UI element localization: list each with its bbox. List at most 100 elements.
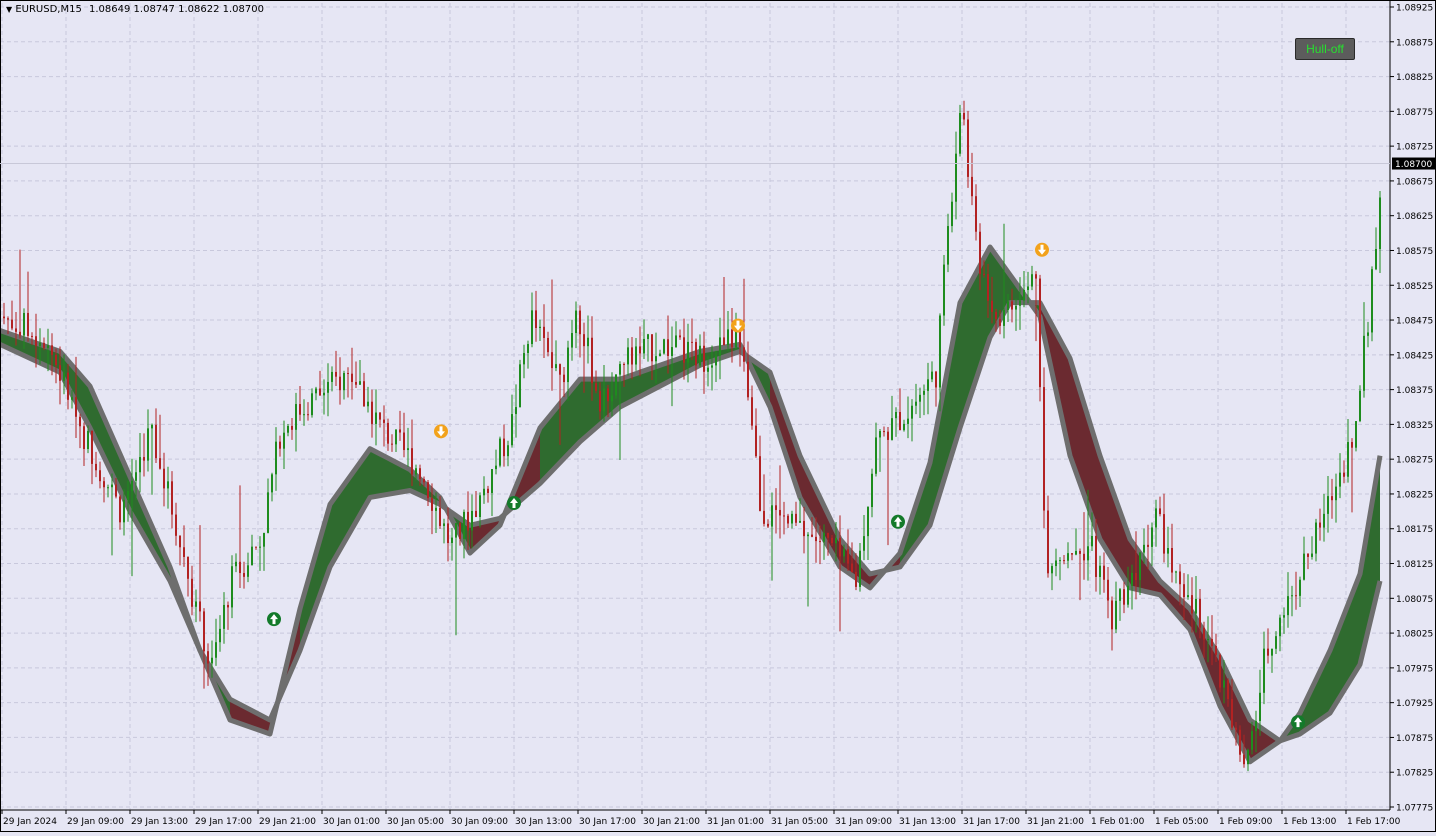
candle-body: [99, 470, 101, 482]
candle-body: [1143, 544, 1145, 553]
candle-body: [951, 201, 953, 227]
candle-body: [327, 381, 329, 393]
candle-body: [1343, 472, 1345, 477]
time-tick-label: 1 Feb 17:00: [1347, 817, 1401, 827]
candle-body: [359, 381, 361, 385]
candle-body: [11, 319, 13, 329]
candle-body: [307, 414, 309, 416]
candle-body: [647, 334, 649, 339]
ohlc-label: 1.08649 1.08747 1.08622 1.08700: [89, 4, 264, 15]
candle-body: [651, 334, 653, 362]
candle-body: [803, 520, 805, 537]
candle-body: [1327, 496, 1329, 514]
candle-body: [615, 374, 617, 396]
candle-body: [475, 510, 477, 518]
hull-band-segment: [1250, 720, 1280, 762]
time-tick-label: 30 Jan 05:00: [387, 817, 444, 827]
price-tick-label: 1.08025: [1396, 630, 1433, 640]
candle-body: [1227, 680, 1229, 700]
candle-body: [1315, 522, 1317, 554]
candle-body: [215, 642, 217, 658]
candle-body: [811, 534, 813, 537]
candle-body: [903, 423, 905, 431]
candle-body: [499, 438, 501, 466]
candle-body: [871, 473, 873, 508]
candle-body: [7, 318, 9, 320]
price-tick-label: 1.08075: [1396, 595, 1433, 605]
candle-body: [191, 578, 193, 607]
candle-body: [963, 112, 965, 120]
candle-body: [1167, 548, 1169, 554]
candle-body: [555, 364, 557, 369]
candle-body: [967, 119, 969, 177]
price-tick-label: 1.08475: [1396, 317, 1433, 327]
price-tick-label: 1.08425: [1396, 351, 1433, 361]
candle-body: [795, 513, 797, 523]
candle-body: [407, 448, 409, 451]
candle-body: [1351, 442, 1353, 448]
chart-area[interactable]: 1.08925 1.08875 1.08825 1.08775 1.08725 1.086…: [0, 0, 1436, 832]
candle-body: [275, 441, 277, 475]
candle-body: [1371, 269, 1373, 333]
candle-body: [1303, 553, 1305, 580]
candle-body: [171, 481, 173, 515]
triangle-down-icon[interactable]: ▼: [6, 5, 12, 14]
candle-body: [263, 532, 265, 547]
candle-body: [1067, 553, 1069, 561]
candle-body: [43, 342, 45, 348]
candle-body: [459, 523, 461, 539]
candle-body: [1239, 729, 1241, 755]
candle-body: [303, 414, 305, 416]
candle-body: [1095, 535, 1097, 577]
candle-body: [887, 431, 889, 440]
candle-body: [575, 310, 577, 334]
candle-body: [343, 373, 345, 391]
candle-body: [819, 541, 821, 543]
candle-body: [1103, 565, 1105, 580]
candle-body: [983, 273, 985, 275]
candle-body: [427, 482, 429, 499]
sell-arrow-icon: [434, 424, 448, 439]
candle-body: [975, 196, 977, 232]
candle-body: [831, 537, 833, 544]
candle-body: [643, 338, 645, 354]
candle-body: [387, 422, 389, 444]
candle-body: [623, 364, 625, 366]
candle-body: [239, 561, 241, 574]
hull-toggle-button[interactable]: Hull-off: [1295, 38, 1355, 60]
candle-body: [787, 515, 789, 524]
candle-body: [311, 393, 313, 416]
candle-body: [595, 383, 597, 391]
hull-band-layer: [0, 244, 1383, 765]
candle-body: [671, 347, 673, 356]
price-chart[interactable]: 1.08925 1.08875 1.08825 1.08775 1.08725 1.086…: [0, 0, 1436, 832]
candle-body: [987, 274, 989, 301]
candle-body: [291, 425, 293, 430]
candle-body: [699, 345, 701, 366]
candle-body: [627, 347, 629, 365]
candle-body: [655, 356, 657, 362]
candle-body: [1195, 598, 1197, 614]
candle-body: [107, 487, 109, 489]
candle-body: [683, 337, 685, 363]
candle-body: [255, 546, 257, 548]
symbol-label: EURUSD,M15: [15, 4, 82, 15]
candle-body: [1243, 754, 1245, 765]
candle-body: [183, 547, 185, 557]
candle-body: [267, 492, 269, 533]
candle-body: [687, 341, 689, 363]
candle-body: [111, 484, 113, 488]
candle-body: [447, 523, 449, 544]
candle-body: [667, 339, 669, 356]
candle-body: [503, 438, 505, 457]
candle-body: [707, 367, 709, 372]
candle-body: [1063, 560, 1065, 562]
candle-body: [1379, 197, 1381, 249]
candle-body: [1283, 615, 1285, 618]
price-tick-label: 1.08375: [1396, 386, 1433, 396]
candle-body: [479, 495, 481, 518]
candle-body: [1203, 627, 1205, 640]
candle-body: [859, 550, 861, 587]
candle-body: [195, 601, 197, 607]
time-tick-label: 30 Jan 21:00: [643, 817, 700, 827]
